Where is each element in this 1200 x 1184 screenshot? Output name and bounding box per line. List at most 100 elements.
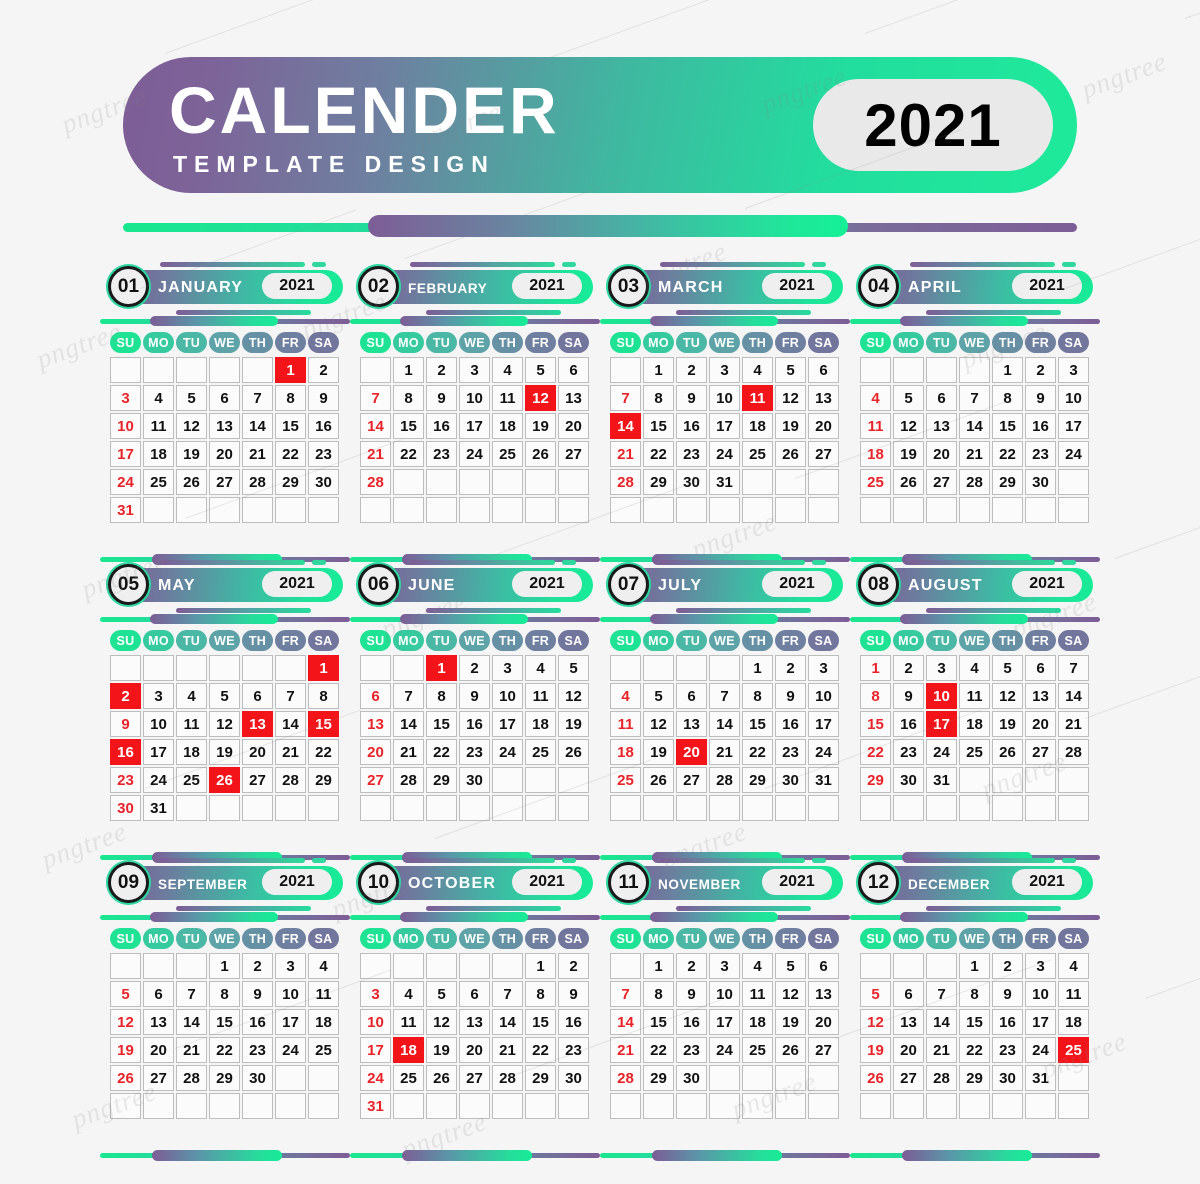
day-cell[interactable]: 9 — [110, 711, 141, 737]
day-cell[interactable]: 15 — [525, 1009, 556, 1035]
day-cell[interactable]: 9 — [676, 981, 707, 1007]
day-cell[interactable]: 2 — [558, 953, 589, 979]
day-cell[interactable]: 6 — [143, 981, 174, 1007]
day-cell[interactable]: 19 — [992, 711, 1023, 737]
day-cell[interactable]: 10 — [926, 683, 957, 709]
day-cell[interactable]: 11 — [525, 683, 556, 709]
day-cell[interactable]: 22 — [742, 739, 773, 765]
day-cell[interactable]: 27 — [360, 767, 391, 793]
day-cell[interactable]: 3 — [492, 655, 523, 681]
day-cell[interactable]: 20 — [209, 441, 240, 467]
day-cell[interactable]: 2 — [242, 953, 273, 979]
day-cell[interactable]: 6 — [808, 953, 839, 979]
day-cell[interactable]: 26 — [775, 1037, 806, 1063]
day-cell[interactable]: 20 — [808, 413, 839, 439]
day-cell[interactable]: 2 — [1025, 357, 1056, 383]
day-cell[interactable]: 6 — [893, 981, 924, 1007]
day-cell[interactable]: 22 — [426, 739, 457, 765]
day-cell[interactable]: 25 — [742, 1037, 773, 1063]
day-cell[interactable]: 20 — [893, 1037, 924, 1063]
day-cell[interactable]: 23 — [893, 739, 924, 765]
day-cell[interactable]: 31 — [808, 767, 839, 793]
day-cell[interactable]: 11 — [308, 981, 339, 1007]
day-cell[interactable]: 26 — [558, 739, 589, 765]
day-cell[interactable]: 26 — [176, 469, 207, 495]
day-cell[interactable]: 13 — [558, 385, 589, 411]
day-cell[interactable]: 14 — [610, 413, 641, 439]
day-cell[interactable]: 20 — [360, 739, 391, 765]
day-cell[interactable]: 18 — [959, 711, 990, 737]
day-cell[interactable]: 16 — [242, 1009, 273, 1035]
day-cell[interactable]: 1 — [525, 953, 556, 979]
day-cell[interactable]: 21 — [393, 739, 424, 765]
day-cell[interactable]: 8 — [959, 981, 990, 1007]
day-cell[interactable]: 8 — [393, 385, 424, 411]
day-cell[interactable]: 23 — [110, 767, 141, 793]
day-cell[interactable]: 26 — [893, 469, 924, 495]
day-cell[interactable]: 10 — [1025, 981, 1056, 1007]
day-cell[interactable]: 8 — [643, 981, 674, 1007]
day-cell[interactable]: 26 — [992, 739, 1023, 765]
day-cell[interactable]: 18 — [525, 711, 556, 737]
day-cell[interactable]: 4 — [492, 357, 523, 383]
day-cell[interactable]: 8 — [308, 683, 339, 709]
day-cell[interactable]: 7 — [176, 981, 207, 1007]
day-cell[interactable]: 13 — [676, 711, 707, 737]
day-cell[interactable]: 4 — [176, 683, 207, 709]
day-cell[interactable]: 14 — [610, 1009, 641, 1035]
day-cell[interactable]: 11 — [143, 413, 174, 439]
day-cell[interactable]: 15 — [992, 413, 1023, 439]
day-cell[interactable]: 29 — [742, 767, 773, 793]
day-cell[interactable]: 20 — [143, 1037, 174, 1063]
day-cell[interactable]: 21 — [1058, 711, 1089, 737]
day-cell[interactable]: 11 — [742, 385, 773, 411]
day-cell[interactable]: 3 — [143, 683, 174, 709]
day-cell[interactable]: 12 — [176, 413, 207, 439]
day-cell[interactable]: 14 — [393, 711, 424, 737]
day-cell[interactable]: 1 — [992, 357, 1023, 383]
day-cell[interactable]: 1 — [426, 655, 457, 681]
day-cell[interactable]: 3 — [926, 655, 957, 681]
day-cell[interactable]: 29 — [275, 469, 306, 495]
day-cell[interactable]: 8 — [860, 683, 891, 709]
day-cell[interactable]: 29 — [860, 767, 891, 793]
day-cell[interactable]: 13 — [209, 413, 240, 439]
day-cell[interactable]: 21 — [610, 1037, 641, 1063]
day-cell[interactable]: 2 — [459, 655, 490, 681]
day-cell[interactable]: 14 — [176, 1009, 207, 1035]
day-cell[interactable]: 25 — [176, 767, 207, 793]
day-cell[interactable]: 28 — [610, 1065, 641, 1091]
day-cell[interactable]: 7 — [492, 981, 523, 1007]
day-cell[interactable]: 1 — [742, 655, 773, 681]
day-cell[interactable]: 24 — [808, 739, 839, 765]
day-cell[interactable]: 16 — [893, 711, 924, 737]
day-cell[interactable]: 4 — [742, 357, 773, 383]
day-cell[interactable]: 9 — [459, 683, 490, 709]
day-cell[interactable]: 5 — [558, 655, 589, 681]
day-cell[interactable]: 9 — [1025, 385, 1056, 411]
day-cell[interactable]: 8 — [643, 385, 674, 411]
day-cell[interactable]: 11 — [860, 413, 891, 439]
day-cell[interactable]: 29 — [525, 1065, 556, 1091]
day-cell[interactable]: 30 — [110, 795, 141, 821]
day-cell[interactable]: 10 — [1058, 385, 1089, 411]
day-cell[interactable]: 11 — [492, 385, 523, 411]
day-cell[interactable]: 5 — [643, 683, 674, 709]
day-cell[interactable]: 4 — [959, 655, 990, 681]
day-cell[interactable]: 30 — [308, 469, 339, 495]
day-cell[interactable]: 9 — [893, 683, 924, 709]
day-cell[interactable]: 21 — [959, 441, 990, 467]
day-cell[interactable]: 5 — [209, 683, 240, 709]
day-cell[interactable]: 13 — [926, 413, 957, 439]
day-cell[interactable]: 15 — [308, 711, 339, 737]
day-cell[interactable]: 29 — [643, 469, 674, 495]
day-cell[interactable]: 5 — [775, 953, 806, 979]
day-cell[interactable]: 5 — [860, 981, 891, 1007]
day-cell[interactable]: 8 — [992, 385, 1023, 411]
day-cell[interactable]: 15 — [860, 711, 891, 737]
day-cell[interactable]: 15 — [742, 711, 773, 737]
day-cell[interactable]: 27 — [893, 1065, 924, 1091]
day-cell[interactable]: 4 — [525, 655, 556, 681]
day-cell[interactable]: 12 — [426, 1009, 457, 1035]
day-cell[interactable]: 22 — [860, 739, 891, 765]
